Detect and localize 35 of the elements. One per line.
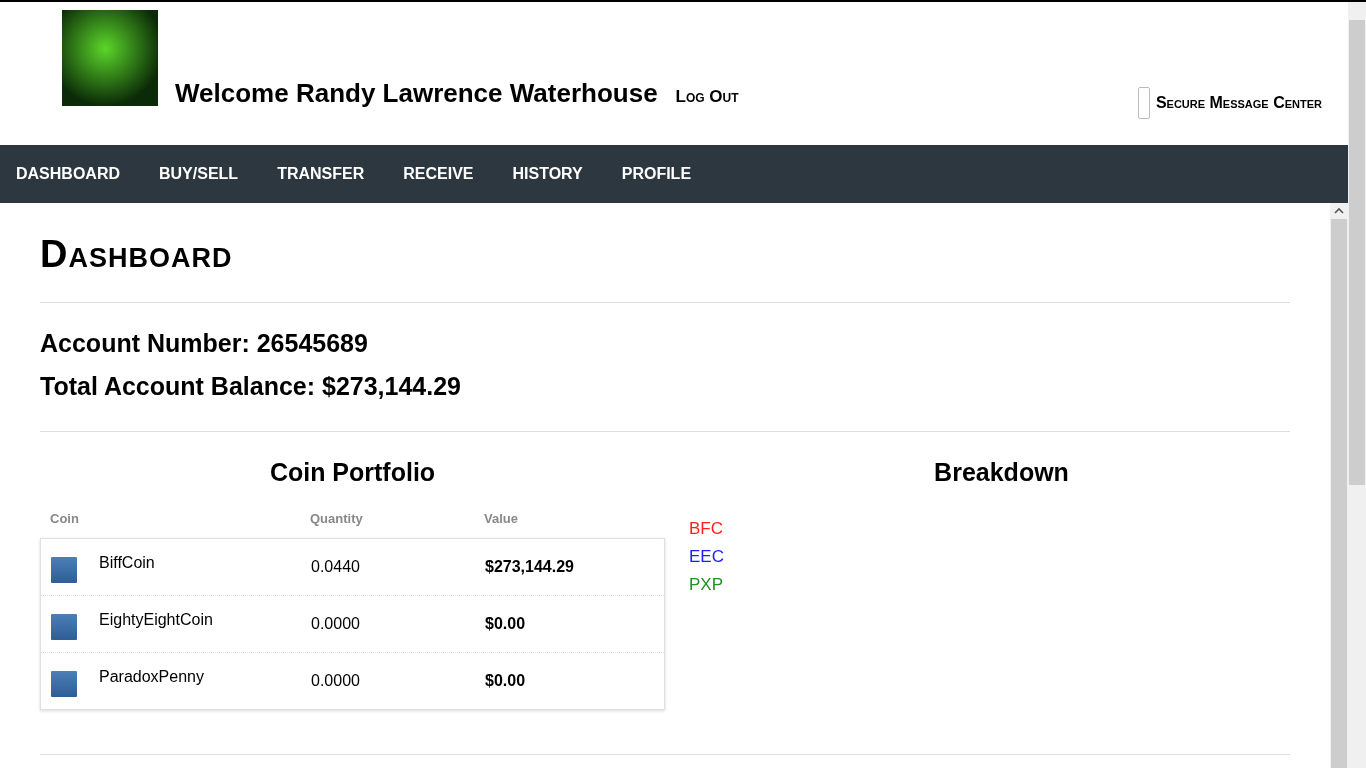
breakdown-title: Breakdown bbox=[933, 458, 1070, 487]
inner-scrollbar[interactable] bbox=[1330, 203, 1348, 768]
nav-link[interactable]: BUY/SELL bbox=[159, 165, 239, 183]
coin-name: BiffCoin bbox=[99, 554, 155, 572]
legend-label: PXP bbox=[689, 575, 725, 595]
column-header: Value bbox=[484, 511, 519, 526]
legend-label: BFC bbox=[689, 519, 724, 539]
coin-quantity: 0.0440 bbox=[311, 558, 361, 576]
welcome-heading: Welcome Randy Lawrence Waterhouse bbox=[175, 78, 658, 109]
coin-quantity: 0.0000 bbox=[311, 615, 361, 633]
nav-link[interactable]: PROFILE bbox=[621, 165, 692, 183]
log-out-link[interactable]: Log Out bbox=[675, 87, 739, 107]
column-header: Coin bbox=[50, 511, 80, 526]
nav-link[interactable]: TRANSFER bbox=[277, 165, 365, 183]
message-center-link[interactable]: Secure Message Center bbox=[1155, 94, 1322, 112]
column-header: Quantity bbox=[310, 511, 364, 526]
coin-value: $0.00 bbox=[485, 615, 527, 633]
coin-value: $273,144.29 bbox=[485, 558, 575, 576]
coin-quantity: 0.0000 bbox=[311, 672, 361, 690]
coin-value: $0.00 bbox=[485, 672, 527, 690]
total-balance: Total Account Balance: $273,144.29 bbox=[40, 372, 462, 401]
coin-name: EightyEightCoin bbox=[99, 611, 213, 629]
page-scrollbar[interactable] bbox=[1348, 2, 1366, 768]
account-number: Account Number: 26545689 bbox=[40, 329, 369, 358]
coin-name: ParadoxPenny bbox=[99, 668, 204, 686]
nav-link[interactable]: RECEIVE bbox=[403, 165, 474, 183]
nav-link[interactable]: HISTORY bbox=[512, 165, 583, 183]
legend-label: EEC bbox=[689, 547, 725, 567]
page-title: Dashboard bbox=[40, 233, 234, 276]
nav-link[interactable]: DASHBOARD bbox=[16, 165, 120, 183]
portfolio-title: Coin Portfolio bbox=[268, 458, 437, 487]
message-icon[interactable] bbox=[1137, 87, 1150, 119]
coin-photo-placeholder bbox=[51, 614, 77, 640]
coin-photo-placeholder bbox=[51, 557, 77, 583]
coin-photo-placeholder bbox=[51, 671, 77, 697]
